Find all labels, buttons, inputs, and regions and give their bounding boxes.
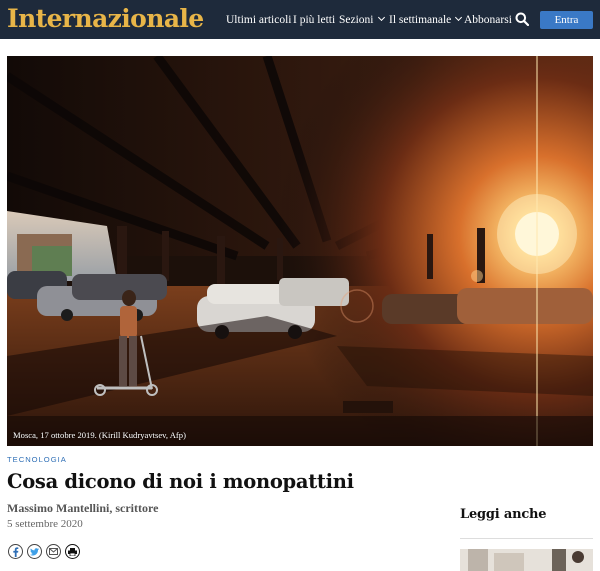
- chevron-down-icon: [377, 13, 385, 22]
- email-icon: [49, 548, 58, 555]
- chevron-down-icon: [455, 13, 463, 22]
- login-button[interactable]: Entra: [540, 11, 593, 29]
- nav-weekly[interactable]: Il settimanale: [389, 13, 463, 27]
- category-link[interactable]: TECNOLOGIA: [7, 455, 67, 464]
- article-title: Cosa dicono di noi i monopattini: [7, 470, 354, 493]
- twitter-share-button[interactable]: [27, 544, 42, 559]
- article-date: 5 settembre 2020: [7, 518, 83, 530]
- article-author[interactable]: Massimo Mantellini, scrittore: [7, 501, 158, 516]
- nav-sections[interactable]: Sezioni: [339, 13, 385, 27]
- photo-caption: Mosca, 17 ottobre 2019. (Kirill Kudryavt…: [13, 430, 186, 440]
- facebook-share-button[interactable]: [8, 544, 23, 559]
- site-logo[interactable]: Internazionale: [7, 3, 204, 35]
- search-icon[interactable]: [515, 12, 529, 26]
- twitter-icon: [30, 547, 39, 555]
- related-article-thumbnail[interactable]: [460, 549, 593, 571]
- hero-photo: Mosca, 17 ottobre 2019. (Kirill Kudryavt…: [7, 56, 593, 446]
- nav-latest-articles[interactable]: Ultimi articoli: [226, 13, 291, 27]
- nav-subscribe[interactable]: Abbonarsi: [464, 13, 512, 27]
- hero-image: [7, 56, 593, 446]
- read-also-heading: Leggi anche: [460, 507, 547, 522]
- email-share-button[interactable]: [46, 544, 61, 559]
- print-button[interactable]: [65, 544, 80, 559]
- facebook-icon: [13, 546, 19, 557]
- nav-most-read[interactable]: I più letti: [293, 13, 335, 27]
- site-header: Internazionale Ultimi articoli I più let…: [0, 0, 600, 39]
- divider: [460, 538, 593, 539]
- nav-weekly-label: Il settimanale: [389, 14, 452, 26]
- print-icon: [68, 547, 77, 556]
- related-article-image: [460, 549, 593, 571]
- nav-sections-label: Sezioni: [339, 14, 374, 26]
